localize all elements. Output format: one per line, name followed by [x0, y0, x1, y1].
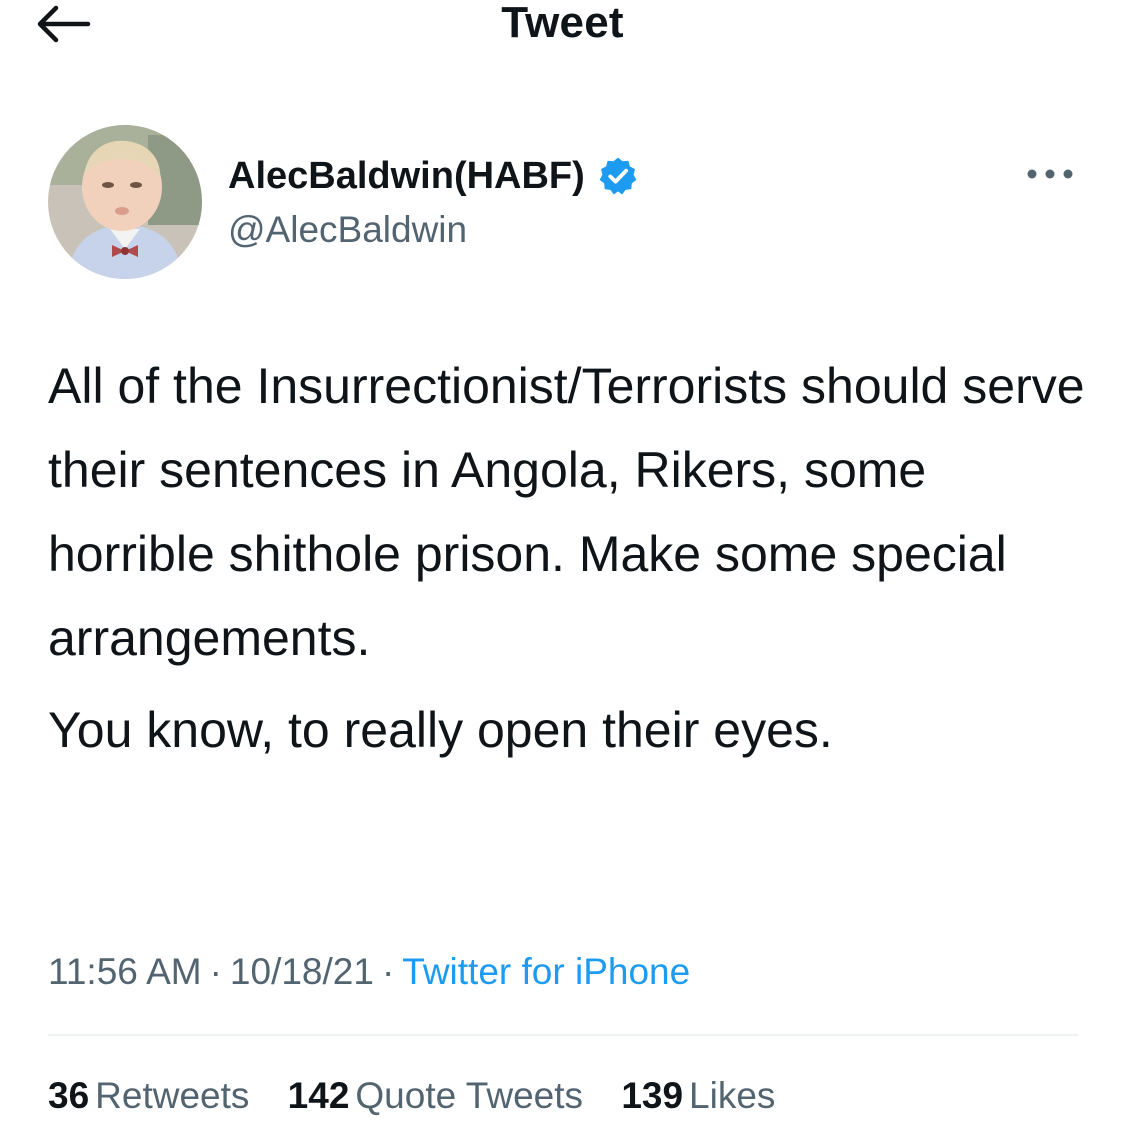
author-display-name[interactable]: AlecBaldwin(HABF) — [228, 154, 639, 198]
quote-tweets-stat[interactable]: 142 Quote Tweets — [288, 1068, 583, 1124]
meta-separator: · — [209, 951, 222, 992]
retweets-count: 36 — [48, 1075, 90, 1116]
more-horizontal-icon — [1022, 158, 1078, 190]
avatar[interactable] — [48, 125, 202, 279]
more-options-button[interactable] — [1022, 158, 1078, 190]
likes-label: Likes — [689, 1075, 776, 1116]
page-title: Tweet — [501, 0, 624, 47]
top-bar: Tweet — [0, 0, 1125, 60]
likes-stat[interactable]: 139 Likes — [621, 1068, 775, 1124]
quote-tweets-label: Quote Tweets — [355, 1075, 584, 1116]
verified-badge-icon — [597, 155, 639, 197]
tweet-paragraph: All of the Insurrectionist/Terrorists sh… — [48, 358, 1085, 666]
tweet-metadata: 11:56 AM · 10/18/21 · Twitter for iPhone — [48, 944, 690, 1000]
tweet-paragraph: You know, to really open their eyes. — [48, 702, 833, 758]
quote-tweets-count: 142 — [287, 1075, 350, 1116]
tweet-time[interactable]: 11:56 AM — [48, 951, 202, 992]
retweets-label: Retweets — [95, 1075, 250, 1116]
meta-separator: · — [381, 951, 395, 992]
tweet-date[interactable]: 10/18/21 — [230, 951, 374, 992]
engagement-stats: 36 Retweets 142 Quote Tweets 139 Likes — [48, 1068, 803, 1124]
likes-count: 139 — [621, 1075, 684, 1116]
retweets-stat[interactable]: 36 Retweets — [48, 1068, 249, 1124]
divider — [48, 1034, 1078, 1036]
author-handle[interactable]: @AlecBaldwin — [228, 208, 467, 252]
author-name-text: AlecBaldwin(HABF) — [228, 155, 585, 197]
tweet-body: All of the Insurrectionist/Terrorists sh… — [48, 344, 1088, 772]
tweet-source-link[interactable]: Twitter for iPhone — [402, 951, 690, 992]
